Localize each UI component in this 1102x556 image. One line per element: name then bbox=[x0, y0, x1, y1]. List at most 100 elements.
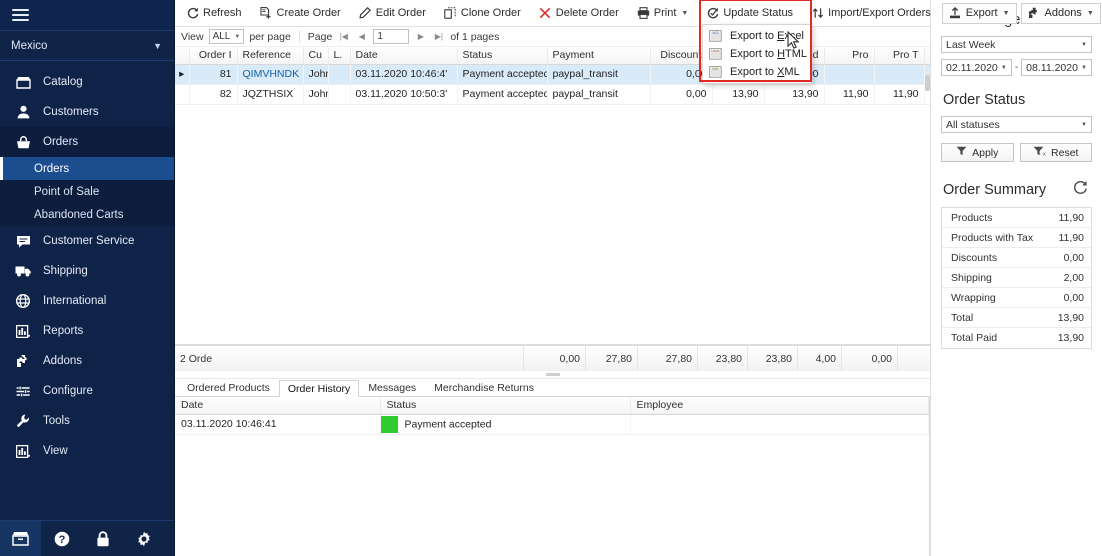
sidebar-suborders: Orders bbox=[0, 157, 174, 180]
sidebar-item-reports[interactable]: Reports bbox=[0, 316, 174, 346]
export-icon bbox=[949, 7, 962, 20]
column-header[interactable]: Cu bbox=[303, 47, 329, 65]
table-row[interactable]: 82JQZTHSIXJohn D 03.11.2020 10:50:3'Payme… bbox=[175, 84, 930, 105]
export-menu-item-label: Export to HTML bbox=[730, 48, 808, 60]
detail-tab[interactable]: Order History bbox=[278, 380, 360, 397]
column-header[interactable]: Order I bbox=[189, 47, 238, 65]
sidebar-item-abandoned-carts[interactable]: Abandoned Carts bbox=[0, 203, 174, 226]
summary-label: Total Paid bbox=[951, 332, 998, 344]
clone-order-icon bbox=[444, 7, 457, 20]
paging-bar: View ALL ▼ per page Page |◀ ◀ 1 ▶ ▶| of … bbox=[175, 27, 930, 47]
lock-icon[interactable] bbox=[82, 521, 123, 556]
archive-icon[interactable] bbox=[0, 520, 41, 556]
column-header[interactable] bbox=[175, 47, 190, 65]
delete-order-button[interactable]: Delete Order bbox=[532, 3, 626, 24]
sidebar-item-orders-sub[interactable]: Orders bbox=[0, 157, 174, 180]
sidebar-item-label: Reports bbox=[43, 325, 84, 337]
table-cell bbox=[874, 64, 925, 85]
import-export-orders-button[interactable]: Import/Export Orders bbox=[804, 3, 938, 24]
apply-button[interactable]: Apply bbox=[941, 143, 1014, 162]
row-marker: ▸ bbox=[175, 64, 190, 85]
column-header[interactable]: Status bbox=[457, 47, 548, 65]
detail-tab[interactable]: Messages bbox=[359, 379, 425, 396]
history-column-header[interactable]: Date bbox=[175, 397, 381, 415]
sidebar-item-point-of-sale[interactable]: Point of Sale bbox=[0, 180, 174, 203]
export-menu-item[interactable]: XML Export to XML bbox=[703, 63, 811, 81]
history-row[interactable]: 03.11.2020 10:46:41 Payment accepted bbox=[175, 414, 929, 435]
refresh-button[interactable]: Refresh bbox=[179, 3, 249, 24]
total-pages-label: of 1 pages bbox=[450, 30, 500, 43]
sidebar-nav: Catalog Customers Orders Orders Point of… bbox=[0, 61, 174, 520]
export-button[interactable]: Export ▼ bbox=[941, 2, 1017, 24]
help-icon[interactable]: ? bbox=[41, 521, 82, 556]
totals-cell: 27,80 bbox=[638, 345, 698, 372]
column-header[interactable]: Pro bbox=[824, 47, 875, 65]
catalog-icon bbox=[13, 74, 33, 90]
totals-cell: 0,00 bbox=[842, 345, 898, 372]
date-from-input[interactable]: 02.11.2020 ▼ bbox=[941, 59, 1012, 76]
sidebar-item-orders[interactable]: Orders bbox=[0, 127, 174, 157]
chevron-down-icon: ▼ bbox=[153, 40, 162, 51]
settings-icon[interactable] bbox=[123, 521, 164, 556]
column-header[interactable]: Pro T bbox=[874, 47, 925, 65]
view-select[interactable]: ALL ▼ bbox=[208, 29, 245, 44]
summary-label: Total bbox=[951, 311, 974, 324]
detail-tab[interactable]: Merchandise Returns bbox=[425, 379, 543, 396]
export-menu-item[interactable]: HTML Export to HTML bbox=[703, 45, 811, 63]
sidebar-item-addons[interactable]: Addons bbox=[0, 346, 174, 376]
export-dropdown-menu[interactable]: XLS Export to Excel HTML Export to HTML XML E… bbox=[702, 24, 812, 84]
clone-order-button[interactable]: Clone Order bbox=[437, 3, 528, 24]
sidebar-item-configure[interactable]: Configure bbox=[0, 376, 174, 406]
scrollbar-thumb[interactable] bbox=[925, 75, 930, 91]
history-column-header[interactable]: Employee bbox=[630, 397, 929, 415]
sidebar-item-tools[interactable]: Tools bbox=[0, 406, 174, 436]
page-number-input[interactable]: 1 bbox=[373, 29, 410, 44]
last-page-button[interactable]: ▶| bbox=[432, 30, 445, 44]
table-cell: 13,90 bbox=[764, 84, 825, 105]
column-header[interactable]: Payment bbox=[547, 47, 651, 65]
date-preset-select[interactable]: Last Week ▼ bbox=[941, 36, 1092, 53]
grid-vertical-scrollbar[interactable] bbox=[925, 47, 930, 344]
next-page-button[interactable]: ▶ bbox=[414, 30, 427, 44]
addons-button[interactable]: Addons ▼ bbox=[1020, 2, 1101, 24]
sidebar-item-customer-service[interactable]: Customer Service bbox=[0, 226, 174, 256]
sidebar-item-label: Catalog bbox=[43, 76, 83, 88]
refresh-summary-icon[interactable] bbox=[1073, 180, 1088, 199]
sidebar-item-international[interactable]: International bbox=[0, 286, 174, 316]
table-header-row: Order I Reference Cu L. Date Status Payment Dis… bbox=[175, 47, 930, 65]
prev-page-button[interactable]: ◀ bbox=[355, 30, 368, 44]
date-to-input[interactable]: 08.11.2020 ▼ bbox=[1021, 59, 1092, 76]
toolbar-label: Refresh bbox=[203, 7, 242, 19]
reset-button[interactable]: x Reset bbox=[1019, 143, 1092, 162]
panel-splitter[interactable] bbox=[175, 371, 930, 379]
chevron-down-icon: ▼ bbox=[1081, 64, 1087, 71]
column-header[interactable]: L. bbox=[328, 47, 351, 65]
first-page-button[interactable]: |◀ bbox=[337, 30, 350, 44]
order-status-title: Order Status bbox=[943, 92, 1026, 108]
sidebar-item-catalog[interactable]: Catalog bbox=[0, 67, 174, 97]
sidebar-item-view[interactable]: View bbox=[0, 436, 174, 466]
create-order-button[interactable]: Create Order bbox=[253, 3, 348, 24]
print-button[interactable]: Print ▼ bbox=[630, 3, 696, 24]
export-menu-item[interactable]: XLS Export to Excel bbox=[703, 27, 811, 45]
hamburger-menu-icon[interactable] bbox=[12, 6, 29, 24]
column-header[interactable]: Reference bbox=[237, 47, 304, 65]
table-cell: Payment accepted bbox=[457, 64, 548, 85]
update-status-button[interactable]: Update Status bbox=[699, 3, 800, 24]
store-selector[interactable]: Mexico ▼ bbox=[0, 31, 174, 61]
history-column-header[interactable]: Status bbox=[380, 397, 631, 415]
chevron-down-icon: ▼ bbox=[1086, 9, 1094, 17]
orders-table: Order I Reference Cu L. Date Status Payment Dis… bbox=[175, 47, 930, 105]
table-row[interactable]: ▸81QIMVHNDKJohn D 03.11.2020 10:46:4'Paym… bbox=[175, 64, 930, 85]
order-status-select[interactable]: All statuses ▼ bbox=[941, 116, 1092, 133]
sidebar-item-customers[interactable]: Customers bbox=[0, 97, 174, 127]
filter-clear-icon: x bbox=[1033, 146, 1046, 159]
table-cell: QIMVHNDK bbox=[237, 64, 304, 85]
summary-value: 11,90 bbox=[1058, 231, 1085, 244]
edit-order-button[interactable]: Edit Order bbox=[352, 3, 433, 24]
sidebar-item-shipping[interactable]: Shipping bbox=[0, 256, 174, 286]
store-name: Mexico bbox=[11, 39, 48, 52]
detail-tab[interactable]: Ordered Products bbox=[178, 379, 279, 396]
column-header[interactable]: Date bbox=[350, 47, 458, 65]
order-history-table: Date Status Employee 03.11.2020 10:46:41 Pa… bbox=[175, 397, 929, 435]
